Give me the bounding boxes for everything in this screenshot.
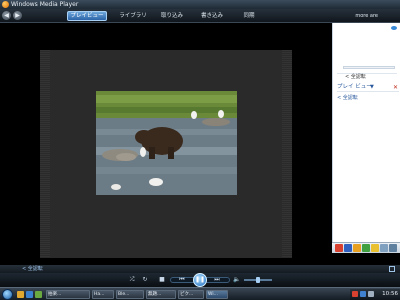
taskbar-item[interactable]: ピク... <box>178 290 204 299</box>
language-bar <box>332 242 400 253</box>
taskbar-item[interactable]: 拍楽... <box>46 290 90 299</box>
taskbar-item-media-player[interactable]: Wi... <box>206 290 228 299</box>
fullscreen-icon[interactable] <box>389 266 395 272</box>
tab-library[interactable]: ライブラリ <box>116 11 150 21</box>
info-bar: < 全認転 <box>0 265 400 273</box>
next-button[interactable]: ⏭ <box>213 276 221 284</box>
ime-icon[interactable] <box>335 244 343 252</box>
tray-icon[interactable] <box>352 291 358 297</box>
pane-indicator-icon <box>391 26 397 30</box>
clock[interactable]: 10:56 <box>382 289 398 300</box>
input-mode-icon[interactable] <box>344 244 352 252</box>
chevron-down-icon[interactable]: ▼ <box>370 83 374 92</box>
playlist-pane: < 全認転 プレイ ビュー ▼ ✕ < 全認転 <box>332 23 400 242</box>
menu-icon[interactable] <box>389 244 397 252</box>
playlist-back-link[interactable]: < 全認転 <box>345 74 366 80</box>
playlist-item-link[interactable]: < 全認転 <box>337 95 358 101</box>
playback-controls: ⤮ ↻ ■ ⏮ ❚❚ ⏭ 🔈 <box>0 273 400 287</box>
user-label[interactable]: more are <box>355 11 378 21</box>
close-icon[interactable]: ✕ <box>393 83 398 92</box>
tab-rip[interactable]: 取り込み <box>157 11 187 21</box>
tool-icon[interactable] <box>362 244 370 252</box>
mute-button[interactable]: 🔈 <box>233 276 241 284</box>
volume-slider-thumb[interactable] <box>256 277 260 283</box>
tab-sync[interactable]: 同期 <box>238 11 260 21</box>
volume-icon[interactable] <box>368 291 374 297</box>
forward-button[interactable]: ▶ <box>13 11 22 20</box>
playlist-header: プレイ ビュー ▼ ✕ <box>337 83 399 92</box>
video-image <box>96 91 237 195</box>
taskbar-item[interactable]: Ha... <box>92 290 114 299</box>
previous-button[interactable]: ⏮ <box>178 276 186 284</box>
system-tray: 10:56 <box>350 289 400 300</box>
taskbar-item[interactable]: Ble... <box>116 290 144 299</box>
repeat-icon[interactable]: ↻ <box>141 276 149 284</box>
settings-icon[interactable] <box>371 244 379 252</box>
play-pause-button[interactable]: ❚❚ <box>193 273 207 287</box>
show-desktop-icon[interactable] <box>17 291 24 298</box>
window-title: Windows Media Player <box>11 1 79 8</box>
network-icon[interactable] <box>360 291 366 297</box>
shuffle-icon[interactable]: ⤮ <box>128 276 136 284</box>
help-icon[interactable] <box>380 244 388 252</box>
start-button[interactable] <box>2 289 13 300</box>
media-player-window: Windows Media Player ◀ ▶ プレイビュー ライブラリ 取り… <box>0 0 400 300</box>
taskbar-item[interactable]: 無題... <box>146 290 176 299</box>
switch-windows-icon[interactable] <box>35 291 42 298</box>
ie-icon[interactable] <box>26 291 33 298</box>
video-frame[interactable] <box>96 91 237 195</box>
album-art-slot <box>343 66 395 69</box>
back-button[interactable]: ◀ <box>2 11 11 20</box>
info-bar-text[interactable]: < 全認転 <box>22 265 43 273</box>
tab-burn[interactable]: 書き込み <box>196 11 228 21</box>
navigation-bar: ◀ ▶ プレイビュー ライブラリ 取り込み 書き込み 同期 more are <box>0 9 400 23</box>
playlist-title[interactable]: プレイ ビュー <box>337 83 372 92</box>
dictionary-icon[interactable] <box>353 244 361 252</box>
media-player-icon <box>2 1 9 8</box>
taskbar: 拍楽... Ha... Ble... 無題... ピク... Wi... 10:… <box>0 287 400 300</box>
stop-button[interactable]: ■ <box>158 276 166 284</box>
tab-now-playing[interactable]: プレイビュー <box>67 11 107 21</box>
pane-footer <box>332 253 400 265</box>
title-bar: Windows Media Player <box>0 0 400 9</box>
